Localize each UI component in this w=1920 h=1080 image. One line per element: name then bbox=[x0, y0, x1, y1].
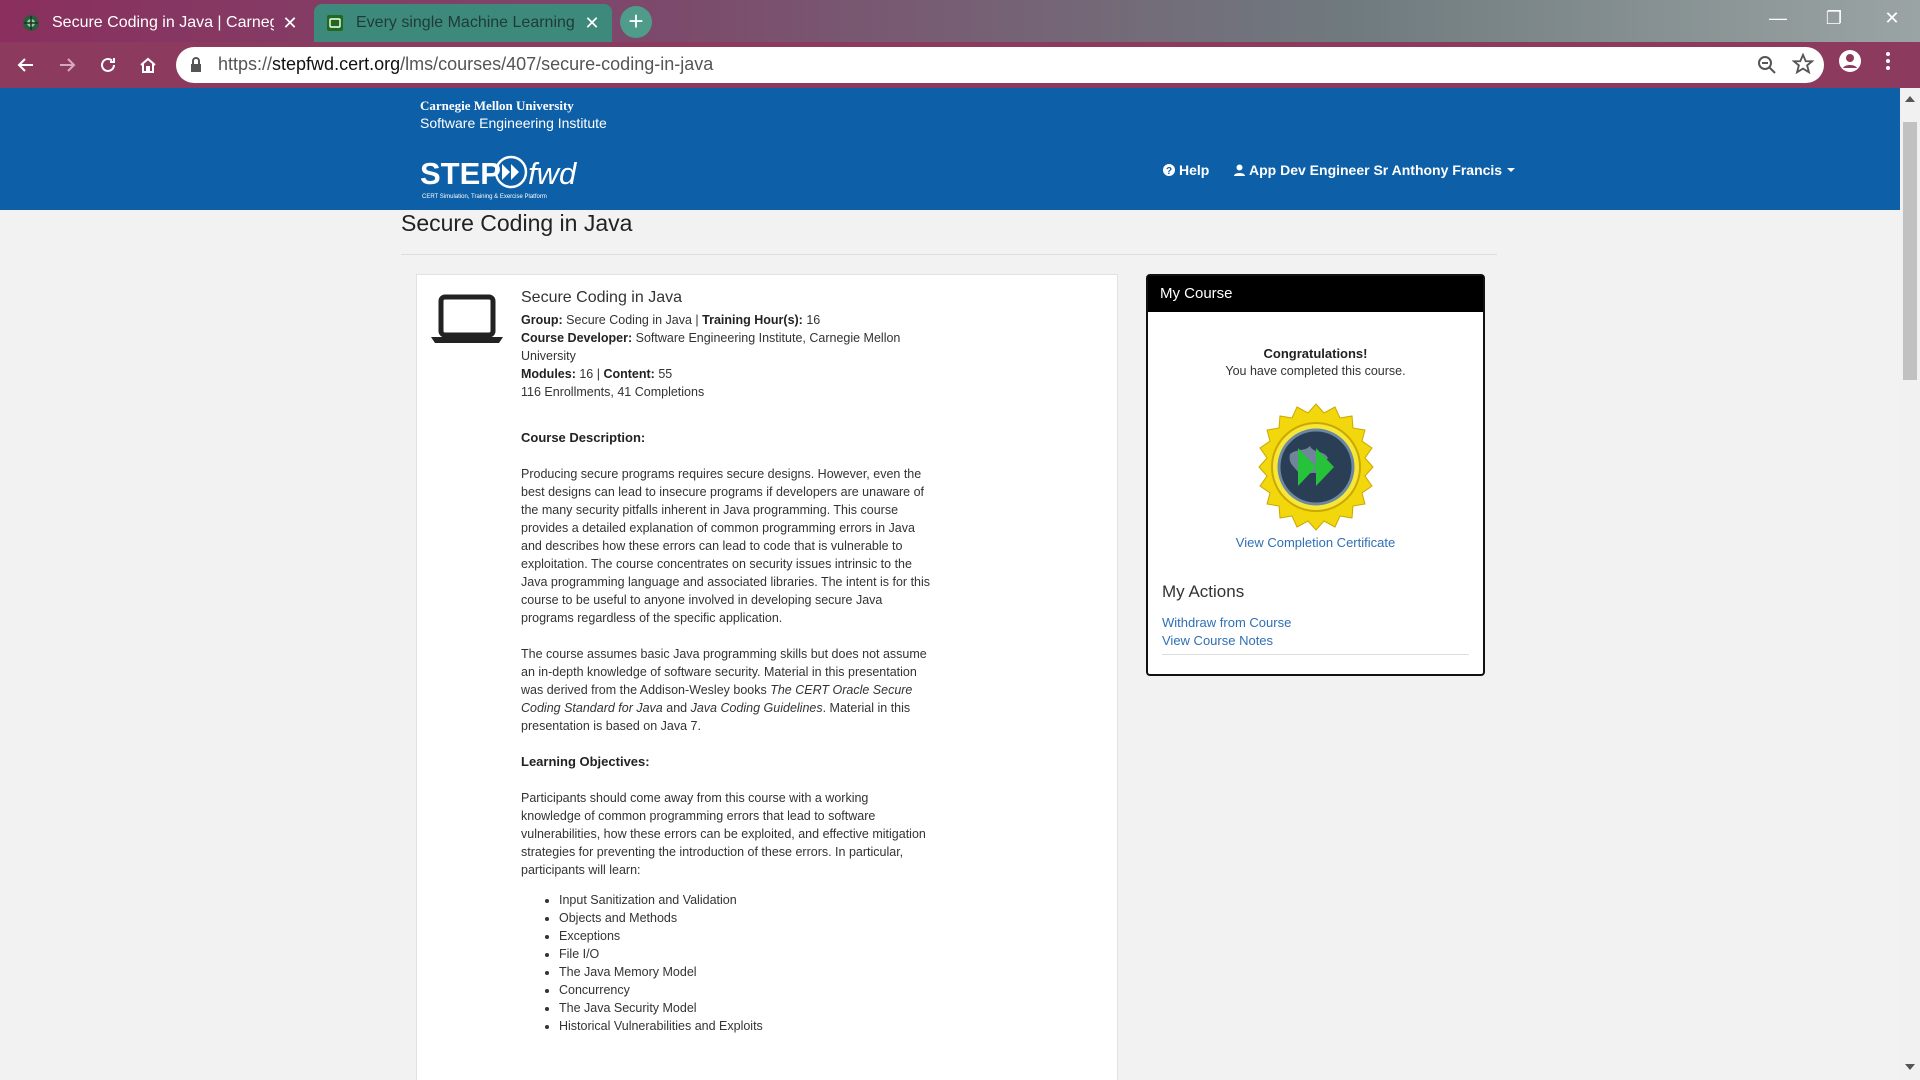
list-item: Objects and Methods bbox=[559, 909, 931, 927]
list-item: File I/O bbox=[559, 945, 931, 963]
scroll-thumb[interactable] bbox=[1903, 122, 1917, 380]
course-info: Secure Coding in Java Group: Secure Codi… bbox=[521, 287, 931, 1035]
tab-title: Every single Machine Learning co bbox=[356, 14, 576, 31]
browser-menu-icon[interactable] bbox=[1880, 49, 1896, 73]
cmu-wordmark: Carnegie Mellon University bbox=[420, 98, 574, 113]
svg-text:?: ? bbox=[1166, 166, 1172, 176]
course-details-panel: Secure Coding in Java Group: Secure Codi… bbox=[416, 274, 1118, 1080]
objectives-paragraph: Participants should come away from this … bbox=[521, 791, 926, 877]
browser-title-bar: Secure Coding in Java | Carnegie ✕ Every… bbox=[0, 0, 1920, 42]
site-header: Carnegie Mellon University Software Engi… bbox=[0, 88, 1900, 210]
user-icon bbox=[1234, 164, 1245, 176]
cert-favicon-icon bbox=[23, 15, 39, 31]
android-favicon-icon bbox=[327, 15, 343, 31]
restore-icon[interactable]: ❐ bbox=[1806, 0, 1862, 36]
list-item: The Java Security Model bbox=[559, 999, 931, 1017]
view-certificate-link[interactable]: View Completion Certificate bbox=[1148, 535, 1483, 550]
objectives-heading: Learning Objectives: bbox=[521, 754, 650, 769]
description-heading: Course Description: bbox=[521, 430, 646, 445]
divider bbox=[1162, 654, 1469, 655]
page-title: Secure Coding in Java bbox=[401, 210, 633, 236]
course-group-line: Group: Secure Coding in Java | Training … bbox=[521, 313, 821, 327]
my-course-title: My Course bbox=[1148, 276, 1483, 312]
back-icon[interactable] bbox=[10, 49, 42, 81]
help-link[interactable]: ? Help bbox=[1163, 162, 1209, 178]
account-icon[interactable] bbox=[1838, 49, 1862, 73]
sei-wordmark: Software Engineering Institute bbox=[420, 115, 607, 131]
view-notes-link[interactable]: View Course Notes bbox=[1162, 633, 1273, 648]
page-viewport: Carnegie Mellon University Software Engi… bbox=[0, 88, 1900, 1080]
course-modules-line: Modules: 16 | Content: 55 bbox=[521, 367, 673, 381]
course-stats: 116 Enrollments, 41 Completions bbox=[521, 385, 705, 399]
scroll-up-icon[interactable] bbox=[1905, 96, 1915, 102]
completion-badge-icon bbox=[1258, 403, 1374, 531]
description-paragraph-2: The course assumes basic Java programmin… bbox=[521, 647, 927, 733]
tab-title: Secure Coding in Java | Carnegie bbox=[52, 14, 274, 31]
bookmark-star-icon[interactable] bbox=[1792, 53, 1814, 75]
list-item: Input Sanitization and Validation bbox=[559, 891, 931, 909]
logo-tagline: CERT Simulation, Training & Exercise Pla… bbox=[422, 194, 547, 200]
reload-icon[interactable] bbox=[92, 49, 124, 81]
my-actions-heading: My Actions bbox=[1162, 582, 1245, 601]
help-icon: ? bbox=[1163, 164, 1175, 176]
caret-down-icon bbox=[1507, 168, 1516, 172]
new-tab-button[interactable]: + bbox=[620, 6, 652, 38]
zoom-icon[interactable] bbox=[1756, 54, 1778, 76]
course-developer-line: Course Developer: Software Engineering I… bbox=[521, 331, 901, 363]
browser-toolbar: https://stepfwd.cert.org/lms/courses/407… bbox=[0, 42, 1920, 88]
course-name: Secure Coding in Java bbox=[521, 289, 682, 306]
minimize-icon[interactable]: — bbox=[1750, 0, 1806, 36]
description-paragraph-1: Producing secure programs requires secur… bbox=[521, 467, 931, 625]
completed-text: You have completed this course. bbox=[1225, 364, 1406, 378]
home-icon[interactable] bbox=[132, 49, 164, 81]
stepfwd-logo[interactable]: STEP fwd CERT Simulation, Training & Exe… bbox=[420, 152, 590, 207]
congrats-heading: Congratulations! bbox=[1263, 346, 1368, 361]
close-tab-icon[interactable]: ✕ bbox=[282, 13, 298, 34]
logo-step-text: STEP bbox=[420, 156, 501, 191]
user-menu[interactable]: App Dev Engineer Sr Anthony Francis bbox=[1234, 162, 1516, 178]
my-course-panel: My Course Congratulations! You have comp… bbox=[1146, 274, 1485, 676]
divider bbox=[401, 254, 1497, 255]
address-bar[interactable]: https://stepfwd.cert.org/lms/courses/407… bbox=[176, 47, 1824, 83]
vertical-scrollbar[interactable] bbox=[1900, 88, 1920, 1080]
scroll-down-icon[interactable] bbox=[1905, 1064, 1915, 1070]
laptop-icon bbox=[431, 294, 503, 343]
list-item: Concurrency bbox=[559, 981, 931, 999]
tab-machine-learning[interactable]: Every single Machine Learning co ✕ bbox=[314, 4, 612, 42]
list-item: The Java Memory Model bbox=[559, 963, 931, 981]
close-tab-icon[interactable]: ✕ bbox=[584, 13, 600, 34]
logo-fwd-text: fwd bbox=[528, 156, 578, 191]
withdraw-link[interactable]: Withdraw from Course bbox=[1162, 615, 1291, 630]
help-label: Help bbox=[1179, 162, 1210, 178]
list-item: Exceptions bbox=[559, 927, 931, 945]
list-item: Historical Vulnerabilities and Exploits bbox=[559, 1017, 931, 1035]
objectives-list: Input Sanitization and Validation Object… bbox=[559, 891, 931, 1035]
url-text: https://stepfwd.cert.org/lms/courses/407… bbox=[218, 54, 714, 74]
close-window-icon[interactable]: ✕ bbox=[1864, 0, 1920, 36]
user-name: App Dev Engineer Sr Anthony Francis bbox=[1249, 162, 1503, 178]
forward-icon[interactable] bbox=[51, 49, 83, 81]
lock-icon bbox=[191, 57, 201, 72]
tab-secure-coding[interactable]: Secure Coding in Java | Carnegie ✕ bbox=[10, 4, 310, 42]
